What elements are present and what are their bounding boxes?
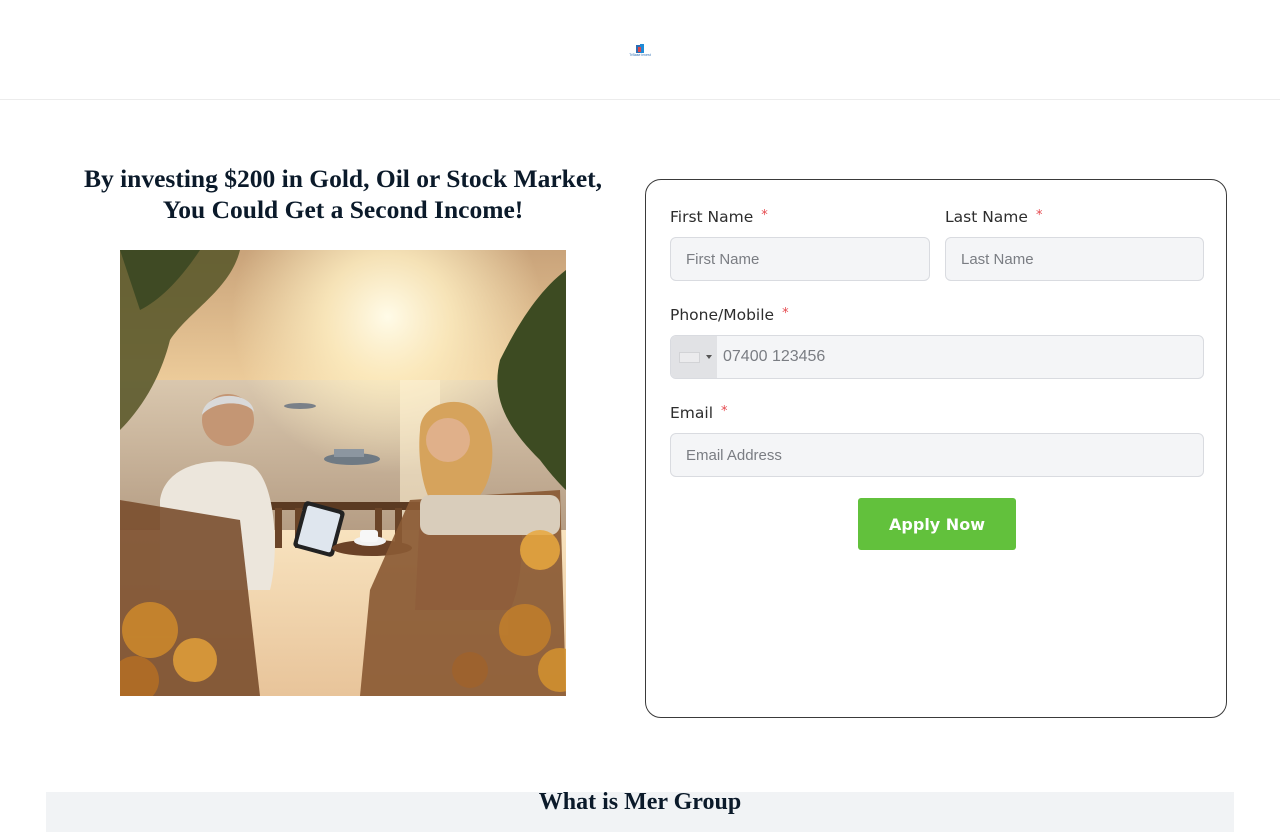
headline-line-1: By investing $200 in Gold, Oil or Stock … xyxy=(83,164,603,193)
required-marker: * xyxy=(782,306,789,321)
next-section: What is Mer Group xyxy=(46,792,1234,832)
first-name-label: First Name * xyxy=(670,208,768,226)
chevron-down-icon xyxy=(706,355,712,359)
first-name-input[interactable] xyxy=(670,237,930,281)
required-marker: * xyxy=(761,208,768,223)
phone-field xyxy=(670,335,1204,379)
last-name-input[interactable] xyxy=(945,237,1204,281)
country-flag-icon xyxy=(679,352,700,363)
last-name-label-text: Last Name xyxy=(945,208,1028,226)
required-marker: * xyxy=(721,404,728,419)
site-logo[interactable]: TrBase Invest xyxy=(627,41,653,59)
next-section-heading: What is Mer Group xyxy=(538,792,742,815)
country-code-selector[interactable] xyxy=(671,336,717,378)
hero-image-couple-sunset xyxy=(120,250,566,696)
site-header: TrBase Invest xyxy=(0,0,1280,100)
email-label-text: Email xyxy=(670,404,714,422)
signup-form: First Name * Last Name * Phone/Mobile * Ema… xyxy=(645,179,1227,718)
first-name-label-text: First Name xyxy=(670,208,754,226)
phone-label: Phone/Mobile * xyxy=(670,306,789,324)
last-name-label: Last Name * xyxy=(945,208,1042,226)
logo-text: TrBase Invest xyxy=(629,53,651,57)
phone-input[interactable] xyxy=(717,336,1203,378)
required-marker: * xyxy=(1035,208,1043,223)
page-headline: By investing $200 in Gold, Oil or Stock … xyxy=(60,163,626,225)
phone-label-text: Phone/Mobile xyxy=(670,306,775,324)
email-label: Email * xyxy=(670,404,728,422)
apply-now-button[interactable]: Apply Now xyxy=(858,498,1016,550)
email-input[interactable] xyxy=(670,433,1204,477)
headline-line-2: You Could Get a Second Income! xyxy=(162,195,524,224)
